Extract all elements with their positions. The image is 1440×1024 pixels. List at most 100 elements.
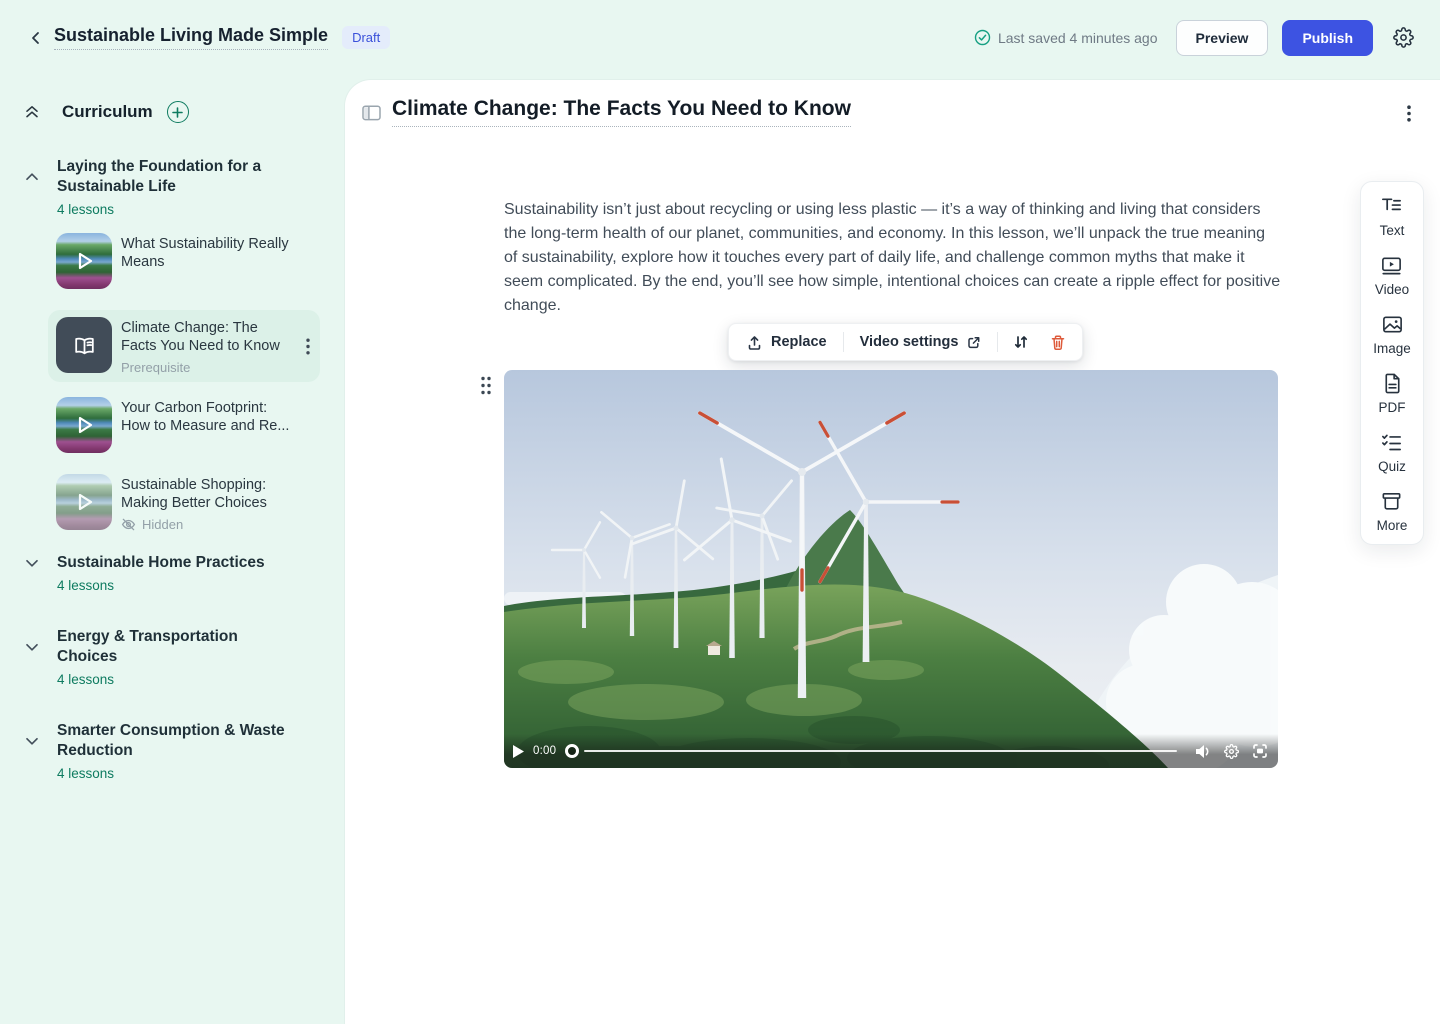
section-title: Laying the Foundation for a Sustainable … <box>57 157 293 197</box>
toolbar-divider <box>997 332 998 352</box>
add-pdf-block-button[interactable]: PDF <box>1379 372 1406 415</box>
lesson-options-button[interactable] <box>1404 102 1414 125</box>
player-settings-button[interactable] <box>1224 744 1239 759</box>
video-icon <box>1380 254 1403 277</box>
scrubber-handle[interactable] <box>565 744 579 758</box>
video-settings-button[interactable]: Video settings <box>853 334 989 350</box>
play-button[interactable] <box>513 745 524 758</box>
block-palette: Text Video Image PDF Quiz <box>1360 181 1424 545</box>
lesson-subtitle: Hidden <box>121 517 291 532</box>
toolbar-divider <box>843 332 844 352</box>
volume-button[interactable] <box>1194 744 1211 759</box>
hidden-label: Hidden <box>142 517 183 532</box>
video-block-toolbar: Replace Video settings <box>728 323 1083 361</box>
course-title[interactable]: Sustainable Living Made Simple <box>54 25 328 50</box>
trash-icon <box>1050 334 1066 351</box>
image-icon <box>1381 313 1404 336</box>
section-lesson-count: 4 lessons <box>57 766 331 781</box>
video-controls: 0:00 <box>504 734 1278 768</box>
fullscreen-icon <box>1252 743 1268 759</box>
play-icon <box>513 745 524 758</box>
reading-thumbnail <box>56 317 112 373</box>
add-text-block-button[interactable]: Text <box>1380 195 1405 238</box>
section-lesson-count: 4 lessons <box>57 672 331 687</box>
swap-arrows-icon <box>1013 334 1029 350</box>
curriculum-section: Laying the Foundation for a Sustainable … <box>24 157 331 532</box>
section-header[interactable]: Sustainable Home Practices <box>24 553 331 573</box>
lesson-title: Climate Change: The Facts You Need to Kn… <box>121 319 287 355</box>
lesson-intro-text[interactable]: Sustainability isn’t just about recyclin… <box>504 198 1282 318</box>
chevron-down-icon <box>24 555 40 571</box>
fullscreen-button[interactable] <box>1252 743 1268 759</box>
current-time: 0:00 <box>533 745 556 757</box>
top-bar: Sustainable Living Made Simple Draft Las… <box>0 0 1440 75</box>
plus-icon <box>171 106 184 119</box>
status-badge: Draft <box>342 26 390 49</box>
palette-label: Video <box>1375 282 1409 297</box>
upload-icon <box>746 334 763 351</box>
section-lesson-count: 4 lessons <box>57 202 331 217</box>
lesson-page-title[interactable]: Climate Change: The Facts You Need to Kn… <box>392 97 851 127</box>
sidebar-title: Curriculum <box>62 102 153 122</box>
replace-video-button[interactable]: Replace <box>739 334 834 351</box>
collapse-all-button[interactable] <box>24 104 40 120</box>
open-book-icon <box>71 332 98 359</box>
lesson-editor: Climate Change: The Facts You Need to Kn… <box>345 80 1440 1024</box>
lesson-item[interactable]: Your Carbon Footprint: How to Measure an… <box>56 397 331 453</box>
external-link-icon <box>966 335 981 350</box>
add-video-block-button[interactable]: Video <box>1375 254 1409 297</box>
preview-button[interactable]: Preview <box>1176 20 1269 56</box>
curriculum-section: Sustainable Home Practices 4 lessons <box>24 553 331 593</box>
more-blocks-icon <box>1380 490 1403 513</box>
panel-toggle-icon <box>362 105 381 121</box>
palette-label: More <box>1377 518 1408 533</box>
play-icon <box>56 233 112 289</box>
lesson-title: Sustainable Shopping: Making Better Choi… <box>121 476 291 512</box>
video-thumbnail <box>56 474 112 530</box>
lesson-title: Your Carbon Footprint: How to Measure an… <box>121 399 291 435</box>
kebab-icon <box>306 338 310 355</box>
add-quiz-block-button[interactable]: Quiz <box>1378 431 1406 474</box>
save-status: Last saved 4 minutes ago <box>974 29 1158 46</box>
course-builder-app: Sustainable Living Made Simple Draft Las… <box>0 0 1440 1024</box>
section-header[interactable]: Laying the Foundation for a Sustainable … <box>24 157 331 197</box>
lesson-item-hidden[interactable]: Sustainable Shopping: Making Better Choi… <box>56 474 331 532</box>
move-block-button[interactable] <box>1007 334 1035 350</box>
volume-icon <box>1194 744 1211 759</box>
palette-label: Quiz <box>1378 459 1406 474</box>
lesson-item[interactable]: What Sustainability Really Means <box>56 233 331 289</box>
section-title: Sustainable Home Practices <box>57 553 293 573</box>
add-section-button[interactable] <box>167 101 189 123</box>
curriculum-header: Curriculum <box>24 101 331 123</box>
lesson-menu-button[interactable] <box>302 334 314 359</box>
curriculum-sidebar: Curriculum Laying the Foundation for a S… <box>0 75 345 1024</box>
check-circle-icon <box>974 29 991 46</box>
section-title: Smarter Consumption & Waste Reduction <box>57 721 293 761</box>
publish-button[interactable]: Publish <box>1282 20 1373 56</box>
section-lesson-count: 4 lessons <box>57 578 331 593</box>
lesson-item-selected[interactable]: Climate Change: The Facts You Need to Kn… <box>48 310 320 382</box>
back-button[interactable] <box>24 26 48 50</box>
text-icon <box>1380 195 1403 218</box>
eye-off-icon <box>121 517 136 532</box>
progress-track[interactable] <box>584 750 1177 752</box>
settings-button[interactable] <box>1391 25 1416 50</box>
add-image-block-button[interactable]: Image <box>1373 313 1411 356</box>
section-header[interactable]: Smarter Consumption & Waste Reduction <box>24 721 331 761</box>
replace-label: Replace <box>771 334 827 350</box>
play-icon <box>56 397 112 453</box>
curriculum-section: Smarter Consumption & Waste Reduction 4 … <box>24 721 331 781</box>
curriculum-section: Energy & Transportation Choices 4 lesson… <box>24 627 331 687</box>
palette-label: Text <box>1380 223 1405 238</box>
video-frame <box>504 370 1278 768</box>
more-blocks-button[interactable]: More <box>1377 490 1408 533</box>
drag-dots-icon <box>480 375 492 396</box>
lesson-title: What Sustainability Really Means <box>121 235 291 271</box>
video-player[interactable]: 0:00 <box>504 370 1278 768</box>
chevron-down-icon <box>24 639 40 655</box>
delete-block-button[interactable] <box>1044 334 1072 351</box>
section-header[interactable]: Energy & Transportation Choices <box>24 627 331 667</box>
pdf-icon <box>1381 372 1404 395</box>
toggle-sidebar-button[interactable] <box>362 105 381 121</box>
block-drag-handle[interactable] <box>478 373 494 398</box>
